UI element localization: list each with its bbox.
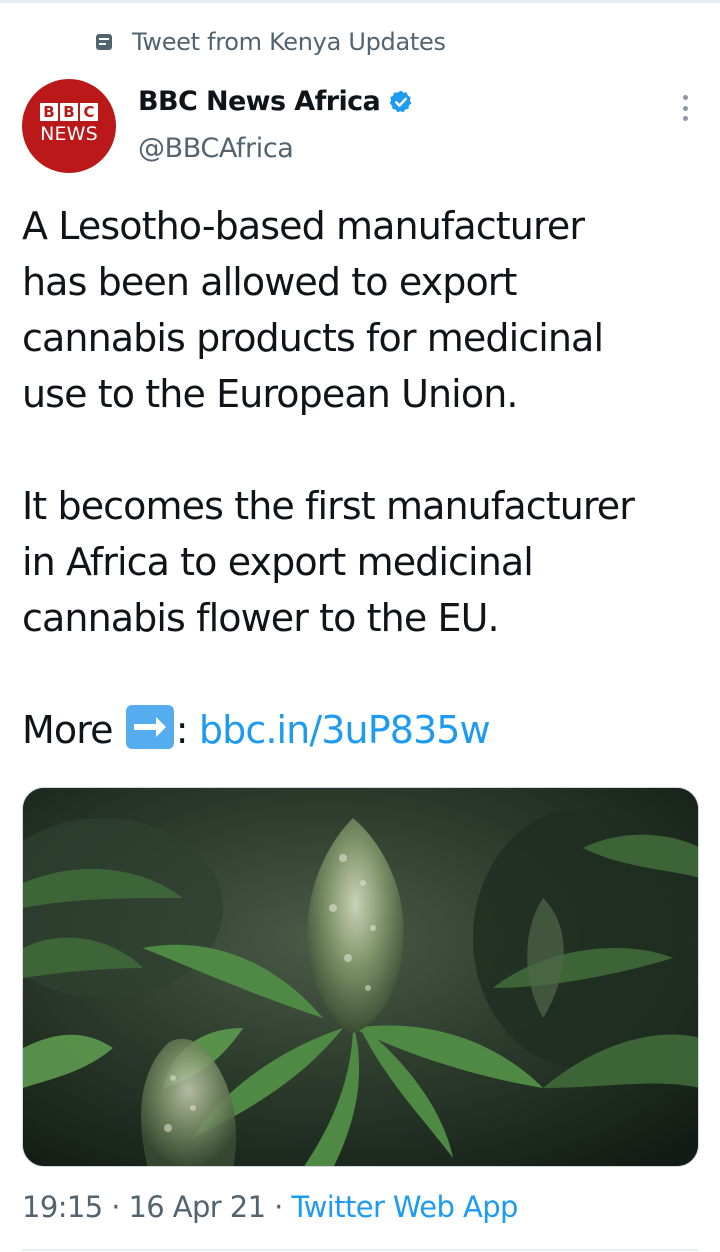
social-context[interactable]: Tweet from Kenya Updates [96,26,446,58]
tweet-line: in Africa to export medicinal [22,540,534,584]
tweet-media-image[interactable] [22,787,699,1167]
avatar[interactable]: B B C NEWS [22,79,116,173]
bbc-letter: B [40,103,58,121]
bbc-letter: B [60,103,78,121]
more-line: More : bbc.in/3uP835w [22,702,712,758]
tweet-line: cannabis flower to the EU. [22,596,500,640]
more-colon: : [175,708,189,752]
bbc-letter: C [80,103,98,121]
tweet-source-link[interactable]: Twitter Web App [291,1190,518,1224]
tweet-document-icon [96,34,112,50]
verified-badge-icon [389,90,412,112]
tweet-line: A Lesotho-based manufacturer [22,204,585,248]
tweet-line: use to the European Union. [22,372,518,416]
cannabis-plant-photo [23,788,698,1166]
top-divider [0,0,720,3]
author-name-row[interactable]: BBC News Africa [138,86,414,117]
meta-separator: · [265,1190,292,1224]
author-handle[interactable]: @BBCAfrica [138,133,294,164]
tweet-line: cannabis products for medicinal [22,316,604,360]
tweet-text: A Lesotho-based manufacturer has been al… [22,198,712,758]
bbc-news-word: NEWS [40,123,98,145]
author-name: BBC News Africa [138,86,381,117]
tweet-link[interactable]: bbc.in/3uP835w [199,708,491,752]
tweet-meta: 19:15 · 16 Apr 21 · Twitter Web App [22,1190,518,1224]
more-options-icon[interactable] [678,95,692,121]
bottom-divider [22,1249,698,1251]
social-context-text: Tweet from Kenya Updates [132,28,446,56]
tweet-line: It becomes the first manufacturer [22,484,635,528]
meta-separator: · [102,1190,129,1224]
right-arrow-emoji-icon [125,705,174,749]
tweet-date[interactable]: 16 Apr 21 [128,1190,266,1224]
tweet-time[interactable]: 19:15 [22,1190,103,1224]
tweet-line: has been allowed to export [22,260,517,304]
bbc-logo: B B C [40,103,98,121]
more-prefix: More [22,708,114,752]
